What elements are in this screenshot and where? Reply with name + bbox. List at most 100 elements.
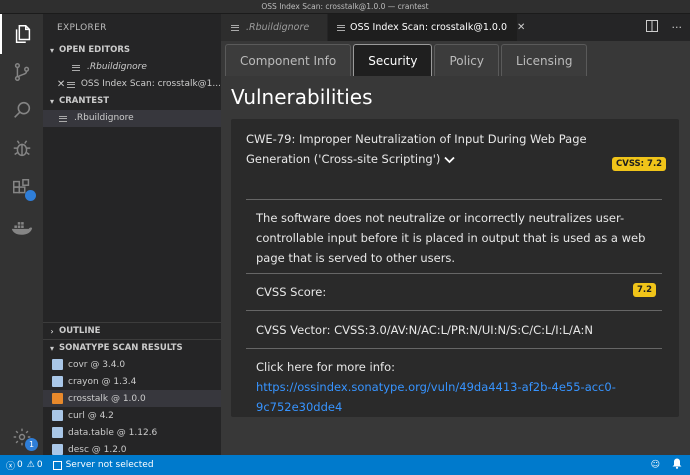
problems-indicator[interactable]: ⓧ 0 ⚠ 0 [6,459,43,472]
error-count: 0 [17,460,23,470]
error-icon: ⓧ [6,461,16,472]
crantest-folder-header[interactable]: ▾ CRANTEST [43,93,221,110]
tab-oss-index-scan[interactable]: OSS Index Scan: crosstalk@1.0.0 ✕ [328,14,525,41]
tab-rbuildignore[interactable]: .Rbuildignore [221,14,328,41]
explorer-title: EXPLORER [57,23,107,33]
activity-bar: 1 [0,14,43,455]
package-icon [52,376,63,387]
package-label: crayon @ 1.3.4 [68,376,137,387]
package-label: curl @ 4.2 [68,410,114,421]
package-icon [52,410,63,421]
editor-tab-strip: .Rbuildignore OSS Index Scan: crosstalk@… [221,14,690,41]
editor-area: .Rbuildignore OSS Index Scan: crosstalk@… [221,14,690,455]
package-item[interactable]: curl @ 4.2 [43,407,221,424]
chevron-down-icon: ▾ [49,97,54,106]
cvss-score-label: CVSS Score: [256,285,327,299]
open-editor-item[interactable]: .Rbuildignore [43,59,221,76]
more-actions-icon[interactable]: ··· [672,21,683,34]
search-icon[interactable] [0,90,43,130]
package-label: data.table @ 1.12.6 [68,427,158,438]
outline-header[interactable]: › OUTLINE [43,322,221,339]
sonatype-results-label: SONATYPE SCAN RESULTS [59,342,183,353]
docker-icon[interactable] [0,208,43,248]
editor-actions: ··· [645,14,683,41]
tab-licensing[interactable]: Licensing [501,44,588,76]
close-icon[interactable]: ✕ [517,22,525,33]
more-info-link[interactable]: https://ossindex.sonatype.org/vuln/49da4… [256,380,616,414]
feedback-icon[interactable]: ☺ [651,460,660,470]
settings-badge: 1 [25,438,38,451]
close-icon[interactable]: ✕ [55,76,67,93]
file-lines-icon [67,80,76,90]
server-status-label: Server not selected [65,460,154,470]
divider [246,199,662,200]
package-icon [52,444,63,455]
package-icon [52,359,63,370]
divider [246,348,662,349]
title-bar: OSS Index Scan: crosstalk@1.0.0 — crante… [0,0,690,14]
open-editor-item[interactable]: ✕ OSS Index Scan: crosstalk@1... [43,76,221,93]
divider [246,273,662,274]
chevron-down-icon: ▾ [49,46,54,55]
package-item[interactable]: crayon @ 1.3.4 [43,373,221,390]
warning-count: 0 [36,460,43,470]
split-editor-icon[interactable] [645,20,658,35]
status-bar: ⓧ 0 ⚠ 0 Server not selected ☺ [0,455,690,475]
explorer-sidebar: EXPLORER ▾ OPEN EDITORS .Rbuildignore ✕ … [43,14,221,455]
cvss-badge: CVSS: 7.2 [612,157,667,171]
open-editors-header[interactable]: ▾ OPEN EDITORS [43,42,221,59]
divider [246,310,662,311]
extensions-badge [25,190,36,201]
package-icon [52,427,63,438]
status-right: ☺ [651,455,682,475]
package-item[interactable]: desc @ 1.2.0 [43,441,221,455]
window-title: OSS Index Scan: crosstalk@1.0.0 — crante… [261,2,429,11]
package-label: covr @ 3.4.0 [68,359,126,370]
source-control-icon[interactable] [0,52,43,92]
vulnerability-description: The software does not neutralize or inco… [256,211,646,265]
tab-security[interactable]: Security [353,44,433,76]
more-info: Click here for more info: https://ossind… [256,357,656,417]
bell-icon[interactable] [672,458,682,472]
package-item[interactable]: covr @ 3.4.0 [43,356,221,373]
extensions-icon[interactable] [0,168,43,208]
cvss-vector: CVSS Vector: CVSS:3.0/AV:N/AC:L/PR:N/UI:… [256,323,593,337]
vulnerable-package-icon [52,393,63,404]
cvss-score-badge: 7.2 [633,283,657,297]
sonatype-results-header[interactable]: ▾ SONATYPE SCAN RESULTS [43,339,221,356]
chevron-down-icon[interactable] [444,150,455,170]
open-editor-label: .Rbuildignore [87,62,147,72]
vulnerability-title[interactable]: CWE-79: Improper Neutralization of Input… [246,129,626,170]
file-item[interactable]: .Rbuildignore [43,110,221,127]
package-label: crosstalk @ 1.0.0 [68,393,146,404]
file-label: .Rbuildignore [74,113,134,123]
open-editor-label: OSS Index Scan: crosstalk@1... [80,79,221,89]
chevron-right-icon: › [50,326,54,336]
package-label: desc @ 1.2.0 [68,444,127,455]
warning-icon: ⚠ [26,460,35,470]
crantest-folder-label: CRANTEST [59,96,109,106]
file-lines-icon [59,114,69,124]
vulnerability-card: CWE-79: Improper Neutralization of Input… [231,119,679,417]
server-status[interactable]: Server not selected [52,460,154,470]
tab-label: .Rbuildignore [246,22,310,33]
package-item-selected[interactable]: crosstalk @ 1.0.0 [43,390,221,407]
vulnerabilities-heading: Vulnerabilities [231,85,373,109]
debug-icon[interactable] [0,129,43,169]
more-info-label: Click here for more info: [256,360,395,374]
file-lines-icon [72,63,82,73]
files-icon[interactable] [0,14,43,54]
package-item[interactable]: data.table @ 1.12.6 [43,424,221,441]
outline-label: OUTLINE [59,325,101,336]
server-status-icon [52,460,62,470]
file-lines-icon [337,23,345,33]
tab-label: OSS Index Scan: crosstalk@1.0.0 [350,22,508,33]
chevron-down-icon: ▾ [49,343,54,353]
vulnerability-title-text: CWE-79: Improper Neutralization of Input… [246,132,587,166]
scan-subtabs: Component Info Security Policy Licensing [225,42,589,76]
tab-policy[interactable]: Policy [434,44,500,76]
scan-panel: Component Info Security Policy Licensing… [221,41,690,455]
tab-component-info[interactable]: Component Info [225,44,352,76]
open-editors-label: OPEN EDITORS [59,45,131,55]
gear-icon[interactable]: 1 [0,417,43,457]
